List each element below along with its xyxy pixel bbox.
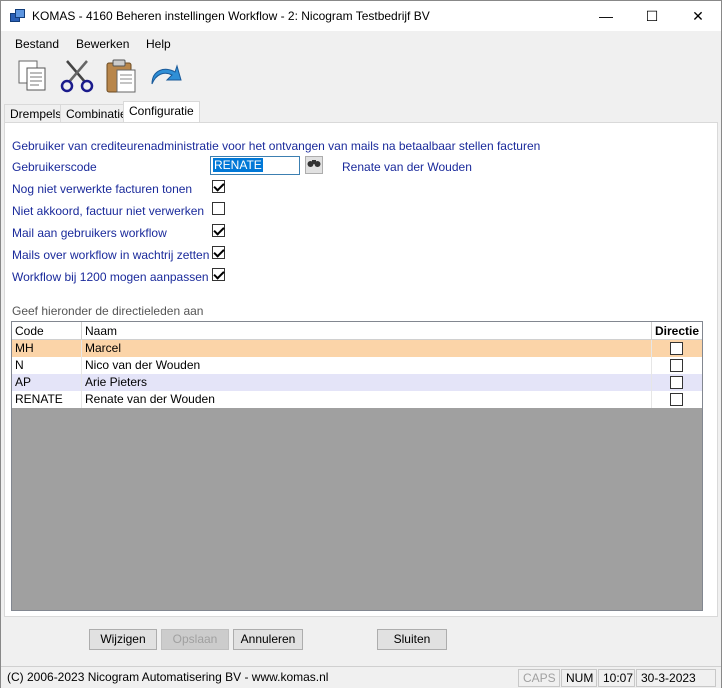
cell-code: MH <box>12 340 82 357</box>
menu-bestand[interactable]: Bestand <box>15 37 59 51</box>
clipboard-icon[interactable] <box>103 58 139 94</box>
option-checkbox[interactable] <box>212 246 225 259</box>
status-time: 10:07 <box>598 669 635 687</box>
toolbar <box>1 56 721 96</box>
directie-checkbox[interactable] <box>670 393 683 406</box>
column-header-code[interactable]: Code <box>12 322 82 340</box>
table-row[interactable]: AP Arie Pieters <box>12 374 702 391</box>
title-bar: KOMAS - 4160 Beheren instellingen Workfl… <box>1 1 721 31</box>
tab-configuratie[interactable]: Configuratie <box>123 101 200 124</box>
undo-arrow-icon[interactable] <box>147 58 183 94</box>
binoculars-icon[interactable] <box>305 156 323 174</box>
directie-checkbox[interactable] <box>670 359 683 372</box>
edit-button[interactable]: Wijzigen <box>89 629 157 650</box>
cell-code: RENATE <box>12 391 82 408</box>
cell-code: N <box>12 357 82 374</box>
user-code-input[interactable]: RENATE <box>210 156 300 175</box>
option-label: Nog niet verwerkte facturen tonen <box>12 182 193 196</box>
caps-indicator: CAPS <box>518 669 560 687</box>
table-row[interactable]: N Nico van der Wouden <box>12 357 702 374</box>
main-window: KOMAS - 4160 Beheren instellingen Workfl… <box>0 0 722 688</box>
cancel-button[interactable]: Annuleren <box>233 629 303 650</box>
app-icon <box>10 9 26 23</box>
column-header-naam[interactable]: Naam <box>82 322 652 340</box>
cell-naam: Arie Pieters <box>82 374 652 391</box>
user-full-name: Renate van der Wouden <box>342 160 472 174</box>
user-code-label: Gebruikerscode <box>12 160 97 174</box>
directors-grid[interactable]: Code Naam Directie MH Marcel N Nico van … <box>11 321 703 611</box>
directie-checkbox[interactable] <box>670 376 683 389</box>
option-label: Workflow bij 1200 mogen aanpassen <box>12 270 209 284</box>
cell-naam: Renate van der Wouden <box>82 391 652 408</box>
save-button[interactable]: Opslaan <box>161 629 229 650</box>
status-date: 30-3-2023 <box>636 669 716 687</box>
option-checkbox[interactable] <box>212 202 225 215</box>
scissors-icon[interactable] <box>59 58 95 94</box>
option-label: Mails over workflow in wachtrij zetten <box>12 248 210 262</box>
num-indicator: NUM <box>561 669 597 687</box>
cell-code: AP <box>12 374 82 391</box>
directie-checkbox[interactable] <box>670 342 683 355</box>
tab-drempels[interactable]: Drempels <box>4 104 68 123</box>
copy-documents-icon[interactable] <box>15 58 51 94</box>
config-heading: Gebruiker van crediteurenadministratie v… <box>12 139 541 153</box>
column-header-directie[interactable]: Directie <box>652 322 702 340</box>
table-row[interactable]: MH Marcel <box>12 340 702 357</box>
menu-bar: Bestand Bewerken Help <box>1 33 721 55</box>
menu-bewerken[interactable]: Bewerken <box>76 37 129 51</box>
status-bar: (C) 2006-2023 Nicogram Automatisering BV… <box>1 666 721 688</box>
option-checkbox[interactable] <box>212 224 225 237</box>
cell-naam: Nico van der Wouden <box>82 357 652 374</box>
maximize-button[interactable]: ☐ <box>629 1 675 31</box>
menu-help[interactable]: Help <box>146 37 171 51</box>
tab-combinatie[interactable]: Combinatie <box>60 104 133 123</box>
option-label: Niet akkoord, factuur niet verwerken <box>12 204 205 218</box>
minimize-button[interactable]: — <box>583 1 629 31</box>
copyright-text: (C) 2006-2023 Nicogram Automatisering BV… <box>7 670 329 684</box>
option-checkbox[interactable] <box>212 180 225 193</box>
cell-naam: Marcel <box>82 340 652 357</box>
user-code-value: RENATE <box>213 158 263 172</box>
directors-heading: Geef hieronder de directieleden aan <box>12 304 204 318</box>
table-row[interactable]: RENATE Renate van der Wouden <box>12 391 702 408</box>
close-button[interactable]: Sluiten <box>377 629 447 650</box>
option-checkbox[interactable] <box>212 268 225 281</box>
option-label: Mail aan gebruikers workflow <box>12 226 167 240</box>
window-title: KOMAS - 4160 Beheren instellingen Workfl… <box>32 9 430 23</box>
grid-header: Code Naam Directie <box>12 322 702 340</box>
close-window-button[interactable]: ✕ <box>675 1 721 31</box>
